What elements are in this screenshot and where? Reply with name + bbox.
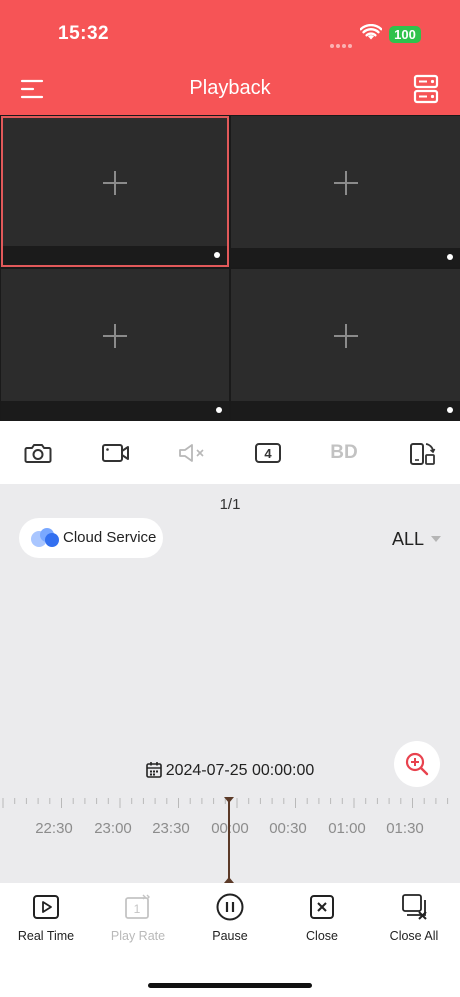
playback-toolbar: 4 BD	[0, 421, 460, 484]
record-button[interactable]	[99, 438, 133, 468]
quality-label: BD	[330, 442, 358, 463]
clock: 15:32	[58, 23, 110, 44]
cloud-service-button[interactable]: Cloud Service	[19, 518, 163, 558]
video-window-2[interactable]	[231, 116, 460, 267]
play-rate-icon: 1	[125, 894, 150, 919]
video-window-1[interactable]	[1, 116, 229, 267]
pause-label: Pause	[212, 929, 248, 943]
timeline-label: 23:30	[152, 820, 190, 837]
wifi-icon	[360, 24, 382, 40]
window-status-dot	[216, 407, 222, 413]
battery-indicator: 100	[389, 26, 421, 43]
window-status-bar	[231, 401, 460, 420]
record-type-filter[interactable]: ALL	[392, 529, 441, 550]
page-title: Playback	[189, 77, 271, 99]
split-screen-button[interactable]: 4	[251, 438, 285, 468]
rotate-screen-icon	[410, 443, 436, 465]
add-channel-icon[interactable]	[333, 323, 359, 349]
real-time-button[interactable]: Real Time	[0, 891, 92, 943]
page-indicator: 1/1	[219, 496, 241, 513]
close-button[interactable]: Close	[276, 891, 368, 943]
close-label: Close	[306, 929, 338, 943]
close-all-icon	[402, 894, 427, 920]
timeline-label: 22:30	[35, 820, 73, 837]
cursor-top-marker	[224, 797, 234, 803]
cloud-icon	[31, 528, 59, 547]
cloud-service-label: Cloud Service	[63, 529, 157, 546]
window-status-bar	[231, 248, 460, 267]
window-status-bar	[3, 246, 227, 265]
status-bar: 15:32 100	[0, 0, 460, 62]
camera-icon	[24, 444, 52, 463]
play-rate-button[interactable]: 1 Play Rate	[92, 891, 184, 943]
filter-label: ALL	[391, 529, 424, 549]
dropdown-arrow-icon	[431, 536, 441, 542]
timeline-label: 00:30	[269, 820, 307, 837]
device-list-icon[interactable]	[412, 74, 440, 104]
play-rate-label: Play Rate	[110, 929, 166, 943]
window-status-dot	[447, 254, 453, 260]
rotate-screen-button[interactable]	[405, 438, 439, 468]
timeline-label: 01:00	[328, 820, 366, 837]
zoom-in-button[interactable]	[394, 741, 440, 787]
play-rate-value: 1	[134, 902, 141, 916]
real-time-label: Real Time	[17, 929, 75, 943]
record-list: 1/1 Cloud Service ALL 2024-07-25 00:00:0…	[0, 484, 460, 798]
timeline-cursor[interactable]	[228, 798, 230, 883]
cellular-signal-icon	[330, 35, 354, 48]
close-icon	[310, 895, 334, 919]
mute-button[interactable]	[175, 438, 209, 468]
snapshot-button[interactable]	[21, 438, 55, 468]
timeline[interactable]: 22:30 23:00 23:30 00:00 00:30 01:00 01:3…	[0, 797, 460, 883]
pause-button[interactable]: Pause	[184, 891, 276, 943]
add-channel-icon[interactable]	[102, 170, 128, 196]
pause-icon	[216, 893, 244, 921]
split-count-icon: 4	[255, 443, 281, 463]
bottom-controls: Real Time 1 Play Rate Pause Close Close …	[0, 883, 460, 997]
timeline-label: 23:00	[94, 820, 132, 837]
video-record-icon	[102, 444, 129, 462]
speaker-muted-icon	[179, 444, 204, 462]
close-all-label: Close All	[389, 929, 439, 943]
zoom-in-icon	[405, 752, 429, 776]
date-selector[interactable]: 2024-07-25 00:00:00	[0, 761, 460, 780]
split-count: 4	[264, 446, 272, 461]
window-status-bar	[1, 401, 229, 420]
window-status-dot	[214, 252, 220, 258]
home-indicator	[148, 983, 312, 988]
date-value: 2024-07-25 00:00:00	[165, 762, 315, 779]
close-all-button[interactable]: Close All	[368, 891, 460, 943]
video-grid	[0, 115, 460, 421]
timeline-label: 01:30	[386, 820, 424, 837]
quality-button[interactable]: BD	[327, 438, 361, 468]
live-play-icon	[33, 895, 59, 919]
nav-bar: Playback	[0, 62, 460, 115]
window-status-dot	[447, 407, 453, 413]
calendar-icon	[145, 762, 162, 778]
video-window-4[interactable]	[231, 269, 460, 420]
video-window-3[interactable]	[1, 269, 229, 420]
timeline-label: 00:00	[200, 820, 260, 837]
add-channel-icon[interactable]	[102, 323, 128, 349]
add-channel-icon[interactable]	[333, 170, 359, 196]
